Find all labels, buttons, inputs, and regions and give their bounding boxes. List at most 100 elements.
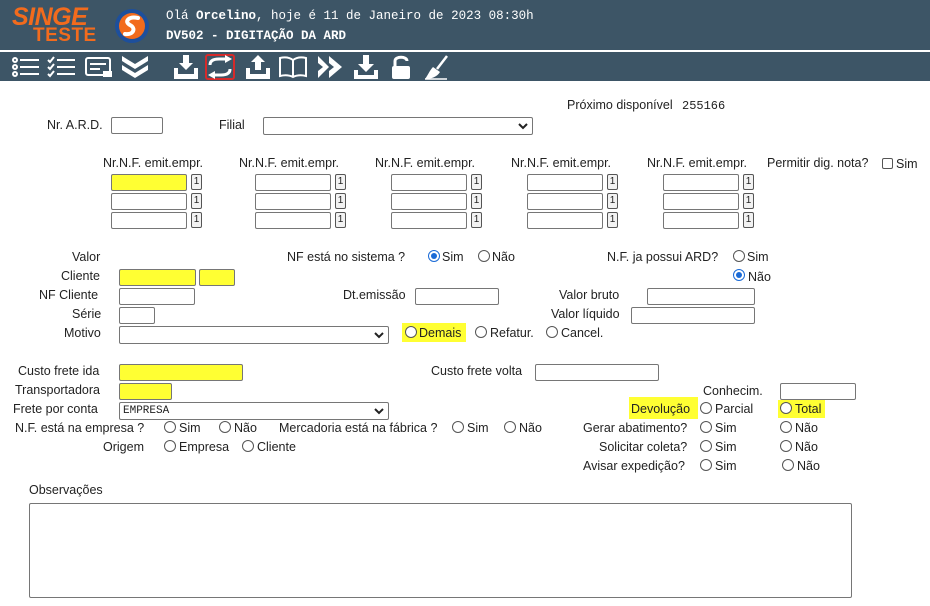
nf-input-5-1[interactable] (663, 174, 739, 191)
nf-input-3-1[interactable] (391, 174, 467, 191)
nf-input-5-3[interactable] (663, 212, 739, 229)
nf-input-5-2[interactable] (663, 193, 739, 210)
nf-stepper-3-2[interactable]: 1 (471, 193, 482, 209)
motivo-refatur-radio[interactable] (475, 326, 487, 338)
nf-stepper-1-1[interactable]: 1 (191, 174, 202, 190)
chevron-down-icon (374, 332, 384, 339)
nf-cliente-input[interactable] (119, 288, 195, 305)
origem-empresa-label: Empresa (179, 440, 230, 454)
nf-input-4-2[interactable] (527, 193, 603, 210)
nf-ard-sim-label: Sim (747, 250, 769, 264)
nr-ard-input[interactable] (111, 117, 163, 134)
nf-empresa-sim-radio[interactable] (164, 421, 176, 433)
nr-ard-label: Nr. A.R.D. (47, 118, 103, 132)
nf-stepper-4-3[interactable]: 1 (607, 212, 618, 228)
valor-liquido-input[interactable] (631, 307, 755, 324)
nf-input-2-3[interactable] (255, 212, 331, 229)
origem-cliente-label: Cliente (257, 440, 296, 454)
avisar-nao-radio[interactable] (782, 459, 794, 471)
download-button[interactable] (351, 54, 381, 80)
mercadoria-sim-label: Sim (467, 421, 489, 435)
devolucao-parcial-label: Parcial (715, 402, 754, 416)
origem-label: Origem (103, 440, 144, 454)
gerar-sim-radio[interactable] (700, 421, 712, 433)
cliente-label: Cliente (61, 269, 100, 283)
nf-input-1-2[interactable] (111, 193, 187, 210)
nf-stepper-4-1[interactable]: 1 (607, 174, 618, 190)
nf-sistema-nao-label: Não (492, 250, 515, 264)
nf-stepper-3-1[interactable]: 1 (471, 174, 482, 190)
cliente-loja-input[interactable] (199, 269, 235, 286)
nf-stepper-4-2[interactable]: 1 (607, 193, 618, 209)
unlock-button[interactable] (386, 54, 416, 80)
list-button[interactable] (11, 54, 41, 80)
gerar-nao-label: Não (795, 421, 818, 435)
conhecim-input[interactable] (780, 383, 856, 400)
nf-stepper-3-3[interactable]: 1 (471, 212, 482, 228)
checklist-button[interactable] (47, 54, 77, 80)
transportadora-input[interactable] (119, 383, 172, 400)
logo-subtitle: TESTE (33, 25, 97, 46)
import-button[interactable] (171, 54, 201, 80)
nf-stepper-1-2[interactable]: 1 (191, 193, 202, 209)
next-button[interactable] (315, 54, 345, 80)
observacoes-label: Observações (29, 483, 103, 497)
nf-stepper-1-3[interactable]: 1 (191, 212, 202, 228)
frete-conta-label: Frete por conta (13, 402, 98, 416)
nf-stepper-2-1[interactable]: 1 (335, 174, 346, 190)
expand-down-button[interactable] (120, 54, 150, 80)
custo-ida-input[interactable] (119, 364, 243, 381)
nf-input-2-2[interactable] (255, 193, 331, 210)
solicitar-sim-radio[interactable] (700, 440, 712, 452)
app-header: SINGE TESTE Olá Orcelino, hoje é 11 de J… (0, 0, 930, 81)
nf-stepper-5-3[interactable]: 1 (743, 212, 754, 228)
nf-col-label-5: Nr.N.F. emit.empr. (647, 156, 748, 170)
export-button[interactable] (243, 54, 273, 80)
clear-button[interactable] (422, 54, 452, 80)
custo-volta-input[interactable] (535, 364, 659, 381)
download-icon (354, 55, 378, 79)
nf-input-1-1[interactable] (111, 174, 187, 191)
serie-label: Série (72, 307, 102, 321)
permitir-checkbox[interactable] (882, 158, 893, 169)
nf-input-4-3[interactable] (527, 212, 603, 229)
motivo-select[interactable] (119, 326, 389, 344)
cliente-code-input[interactable] (119, 269, 196, 286)
filial-select[interactable] (263, 117, 533, 135)
devolucao-parcial-radio[interactable] (700, 402, 712, 414)
nf-input-4-1[interactable] (527, 174, 603, 191)
nf-input-3-3[interactable] (391, 212, 467, 229)
nf-stepper-5-2[interactable]: 1 (743, 193, 754, 209)
mercadoria-sim-radio[interactable] (452, 421, 464, 433)
nf-stepper-2-3[interactable]: 1 (335, 212, 346, 228)
dt-emissao-input[interactable] (415, 288, 499, 305)
nf-empresa-nao-radio[interactable] (219, 421, 231, 433)
permitir-sim-label: Sim (896, 157, 918, 171)
observacoes-textarea[interactable] (29, 503, 852, 598)
solicitar-nao-radio[interactable] (780, 440, 792, 452)
nf-sistema-nao-radio[interactable] (478, 250, 490, 262)
nf-stepper-2-2[interactable]: 1 (335, 193, 346, 209)
motivo-cancel-radio[interactable] (546, 326, 558, 338)
avisar-sim-radio[interactable] (700, 459, 712, 471)
nf-empresa-sim-label: Sim (179, 421, 201, 435)
keyboard-button[interactable] (84, 54, 114, 80)
nf-stepper-5-1[interactable]: 1 (743, 174, 754, 190)
origem-cliente-radio[interactable] (242, 440, 254, 452)
nf-input-1-3[interactable] (111, 212, 187, 229)
frete-conta-select[interactable]: EMPRESA (119, 402, 389, 420)
nf-input-3-2[interactable] (391, 193, 467, 210)
serie-input[interactable] (119, 307, 155, 324)
gerar-nao-radio[interactable] (780, 421, 792, 433)
origem-empresa-radio[interactable] (164, 440, 176, 452)
mercadoria-nao-radio[interactable] (504, 421, 516, 433)
devolucao-total-radio[interactable] (780, 402, 792, 414)
nf-ard-sim-radio[interactable] (733, 250, 745, 262)
nf-input-2-1[interactable] (255, 174, 331, 191)
nf-ard-nao-radio[interactable] (733, 269, 745, 281)
nf-sistema-sim-radio[interactable] (428, 250, 440, 262)
refresh-button[interactable] (205, 54, 235, 80)
book-button[interactable] (278, 54, 308, 80)
motivo-demais-radio[interactable] (405, 326, 417, 338)
valor-bruto-input[interactable] (647, 288, 755, 305)
